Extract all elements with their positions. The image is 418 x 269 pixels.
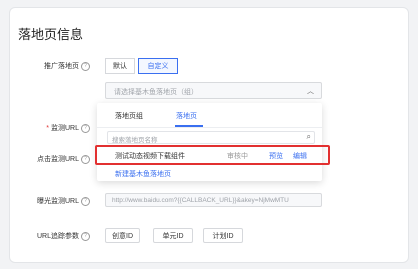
- search-placeholder: 搜索落地页名称: [112, 137, 158, 144]
- search-icon: ⌕: [306, 132, 311, 141]
- impression-url-value: http://www.baidu.com?{{CALLBACK_URL}}&ak…: [112, 197, 289, 204]
- help-icon[interactable]: ?: [81, 231, 90, 241]
- help-icon[interactable]: ?: [81, 154, 90, 164]
- param-tag-creative-id[interactable]: 创意ID: [105, 228, 140, 243]
- select-placeholder: 请选择基木鱼落地页（组）: [114, 89, 198, 96]
- tab-landing-group[interactable]: 落地页组: [115, 111, 143, 121]
- custom-option[interactable]: 自定义: [138, 58, 178, 74]
- help-icon[interactable]: ?: [81, 123, 90, 133]
- section-title: 落地页信息: [18, 27, 84, 42]
- url-params-label: URL追踪参数: [36, 233, 79, 240]
- click-url-label: 点击监测URL: [36, 156, 79, 163]
- landing-page-select[interactable]: 请选择基木鱼落地页（组） ︿: [105, 82, 322, 99]
- url-params-label-row: URL追踪参数?: [0, 231, 90, 241]
- click-url-label-row: 点击监测URL?: [0, 154, 90, 164]
- new-landing-page-link[interactable]: 新建基木鱼落地页: [115, 169, 171, 179]
- landing-page-dropdown: 落地页组 落地页 搜索落地页名称 ⌕ 测试动态视频下载组件 审核中 预览 编辑 …: [97, 103, 322, 181]
- param-tag-plan-id[interactable]: 计划ID: [203, 228, 243, 243]
- impression-url-label: 曝光监测URL: [36, 198, 79, 205]
- help-icon[interactable]: ?: [81, 196, 90, 206]
- promo-landing-label: 推广落地页: [44, 63, 79, 70]
- param-tag-unit-id[interactable]: 单元ID: [153, 228, 193, 243]
- active-tab-indicator: [175, 125, 203, 127]
- landing-search-input[interactable]: 搜索落地页名称 ⌕: [107, 131, 315, 144]
- tab-landing-page[interactable]: 落地页: [176, 111, 197, 121]
- impression-url-label-row: 曝光监测URL?: [0, 196, 90, 206]
- impression-url-input[interactable]: http://www.baidu.com?{{CALLBACK_URL}}&ak…: [105, 193, 322, 207]
- monitor-url-label-row: * 监测URL?: [0, 123, 90, 133]
- help-icon[interactable]: ?: [81, 61, 90, 71]
- promo-landing-label-row: 推广落地页?: [0, 61, 90, 71]
- monitor-url-label: 监测URL: [50, 125, 79, 132]
- chevron-up-icon: ︿: [307, 88, 314, 95]
- required-star: *: [46, 125, 49, 132]
- highlight-box: [95, 145, 330, 165]
- default-option[interactable]: 默认: [105, 58, 135, 74]
- tabs-divider: [97, 127, 322, 128]
